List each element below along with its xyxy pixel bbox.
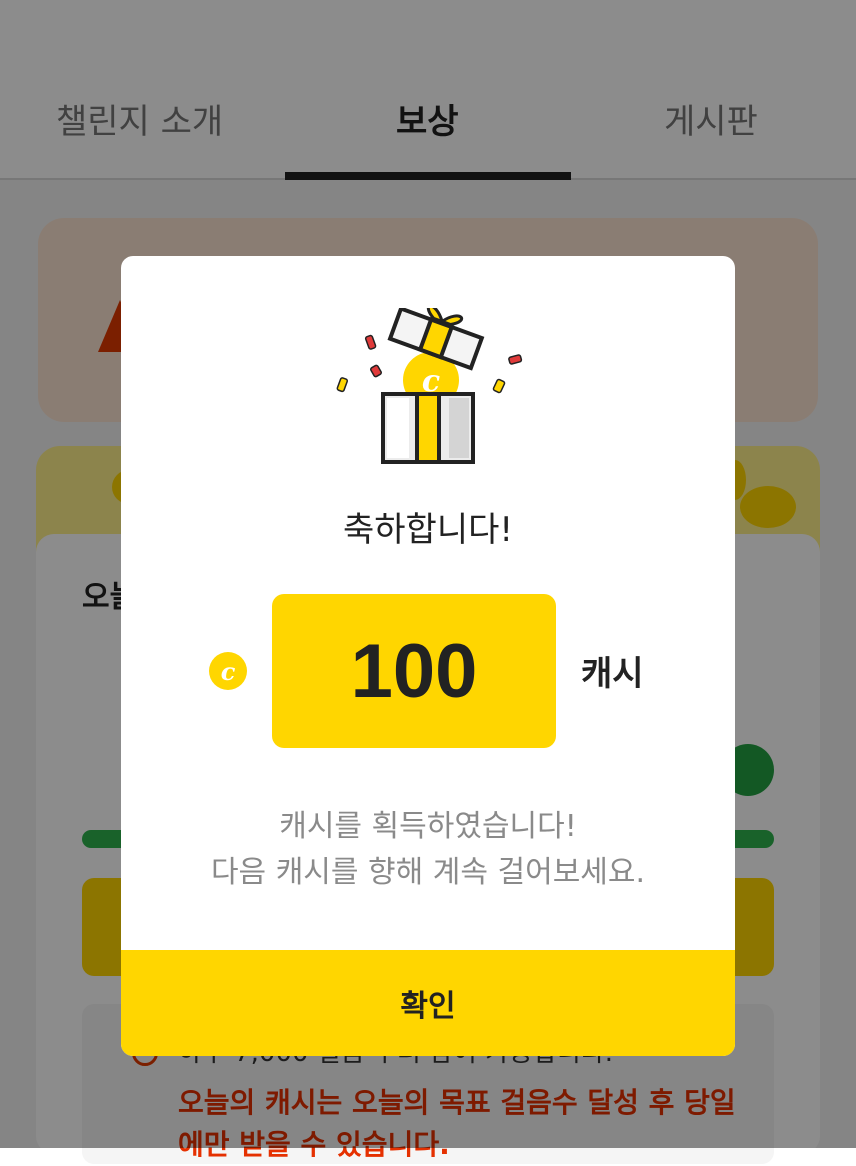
reward-amount-box: 100 [272, 594, 556, 748]
reward-amount: 100 [350, 628, 478, 714]
coin-icon: c [209, 652, 247, 690]
dialog-title: 축하합니다! [342, 510, 514, 550]
dialog-message: 캐시를 획득하였습니다! 다음 캐시를 향해 계속 걸어보세요. [121, 804, 735, 896]
message-line-1: 캐시를 획득하였습니다! [279, 809, 577, 844]
message-line-2: 다음 캐시를 향해 계속 걸어보세요. [210, 855, 646, 890]
confirm-button[interactable]: 확인 [121, 950, 735, 1056]
reward-unit: 캐시 [581, 654, 644, 694]
reward-dialog: c 축하합니다! c 100 캐시 캐시를 획득하였습니다! 다음 캐시를 향해… [121, 256, 735, 1056]
svg-text:c: c [221, 657, 236, 686]
gift-icon: c [336, 308, 523, 464]
